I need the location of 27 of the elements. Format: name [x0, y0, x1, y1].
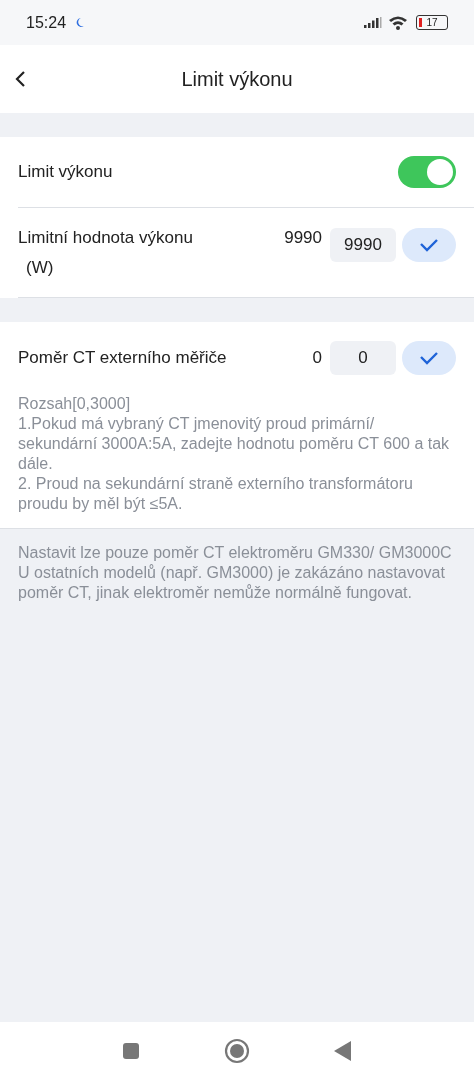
back-icon[interactable] [14, 70, 26, 88]
note-text: Nastavit lze pouze poměr CT elektroměru GM330/ GM3000C U ostatních modelů (např. GM3000) je zakázáno nastavovat poměr CT, jinak elektroměr nemůže normálně fungovat. [17, 543, 453, 603]
confirm-button[interactable] [402, 341, 456, 375]
check-icon [419, 351, 439, 365]
setting-label: Poměr CT externího měřiče [18, 348, 228, 368]
unit-label: (W) [25, 258, 55, 278]
help-text: 1.Pokud má vybraný CT jmenovitý proud primární/ sekundární 3000A:5A, zadejte hodnotu poměru CT 600 a tak dále. [18, 414, 451, 474]
setting-label: Limit výkonu [18, 162, 114, 182]
confirm-button[interactable] [402, 228, 456, 262]
check-icon [419, 238, 439, 252]
help-text: 2. Proud na sekundární straně externího transformátoru proudu by měl být ≤5A. [18, 474, 414, 514]
recents-icon[interactable] [122, 1042, 140, 1060]
value-input[interactable]: 9990 [330, 228, 396, 262]
help-text: Rozsah[0,3000] [18, 394, 132, 414]
home-icon[interactable] [224, 1038, 250, 1064]
current-value: 0 [312, 348, 322, 368]
back-nav-icon[interactable] [334, 1041, 352, 1061]
value-input[interactable]: 0 [330, 341, 396, 375]
toggle-switch[interactable] [398, 156, 456, 188]
setting-label: Limitní hodnota výkonu [18, 228, 194, 248]
current-value: 9990 [284, 228, 322, 248]
signal-icon [364, 17, 382, 28]
wifi-icon [388, 15, 408, 30]
moon-icon [76, 17, 85, 28]
page-title: Limit výkonu [180, 67, 294, 91]
status-time: 15:24 [26, 13, 67, 32]
battery-icon: 17 [416, 15, 448, 30]
